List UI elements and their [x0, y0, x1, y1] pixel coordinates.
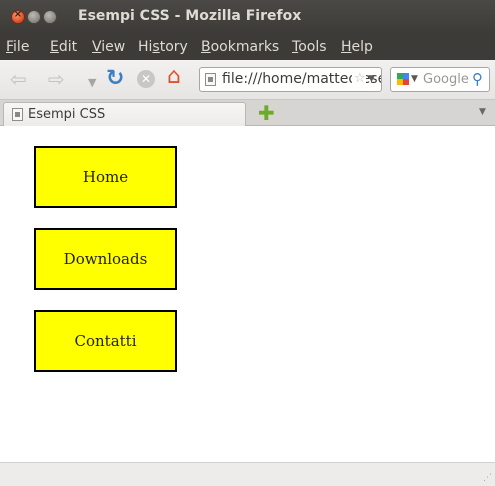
- url-bar[interactable]: file:///home/matteo/esempi/index.html ☆ …: [199, 67, 382, 92]
- reload-icon[interactable]: ↻: [106, 68, 124, 90]
- title-bar: × Esempi CSS - Mozilla Firefox: [0, 0, 495, 34]
- back-arrow-icon[interactable]: ⇦: [10, 68, 27, 90]
- tab-esempi-css[interactable]: Esempi CSS: [3, 102, 246, 126]
- status-bar: ⋰: [0, 462, 495, 486]
- close-window-button[interactable]: ×: [11, 9, 25, 24]
- star-icon[interactable]: ☆: [352, 71, 366, 86]
- tab-label: Esempi CSS: [28, 107, 106, 122]
- navigation-toolbar: ⇦ ⇨ ▼ ↻ ✕ ⌂ file:///home/matteo/esempi/i…: [0, 60, 495, 100]
- search-placeholder: Google: [423, 72, 469, 87]
- menu-bar: File Edit View History Bookmarks Tools H…: [0, 34, 495, 60]
- resize-grip-icon[interactable]: ⋰: [483, 473, 492, 483]
- search-engine-icon[interactable]: [397, 73, 409, 85]
- home-link[interactable]: Home: [34, 146, 177, 208]
- menu-bookmarks[interactable]: Bookmarks: [201, 39, 279, 55]
- menu-help[interactable]: Help: [341, 39, 373, 55]
- tab-bar: Esempi CSS ✚ ▼: [0, 100, 495, 126]
- plus-icon[interactable]: ✚: [258, 101, 275, 125]
- tab-list-dropdown-icon[interactable]: ▼: [479, 107, 486, 117]
- menu-view[interactable]: View: [92, 39, 125, 55]
- home-icon[interactable]: ⌂: [167, 66, 181, 88]
- window-title: Esempi CSS - Mozilla Firefox: [78, 8, 302, 24]
- downloads-link[interactable]: Downloads: [34, 228, 177, 290]
- menu-history[interactable]: History: [138, 39, 188, 55]
- page-icon: [12, 108, 23, 121]
- minimize-window-button[interactable]: [27, 10, 41, 24]
- search-bar[interactable]: ▼ Google ⚲: [390, 67, 490, 92]
- page-icon: [205, 73, 216, 86]
- forward-arrow-icon[interactable]: ⇨: [48, 68, 65, 90]
- history-dropdown-icon[interactable]: ▼: [88, 72, 96, 94]
- url-dropdown-icon[interactable]: ▼: [368, 74, 375, 84]
- page-content: Home Downloads Contatti: [0, 126, 495, 462]
- menu-file[interactable]: File: [6, 39, 29, 55]
- menu-tools[interactable]: Tools: [292, 39, 327, 55]
- search-engine-dropdown-icon[interactable]: ▼: [411, 74, 418, 84]
- close-icon: ×: [13, 9, 23, 20]
- contatti-link[interactable]: Contatti: [34, 310, 177, 372]
- menu-edit[interactable]: Edit: [50, 39, 77, 55]
- maximize-window-button[interactable]: [43, 10, 57, 24]
- stop-icon[interactable]: ✕: [137, 70, 155, 88]
- magnifier-icon[interactable]: ⚲: [472, 70, 483, 88]
